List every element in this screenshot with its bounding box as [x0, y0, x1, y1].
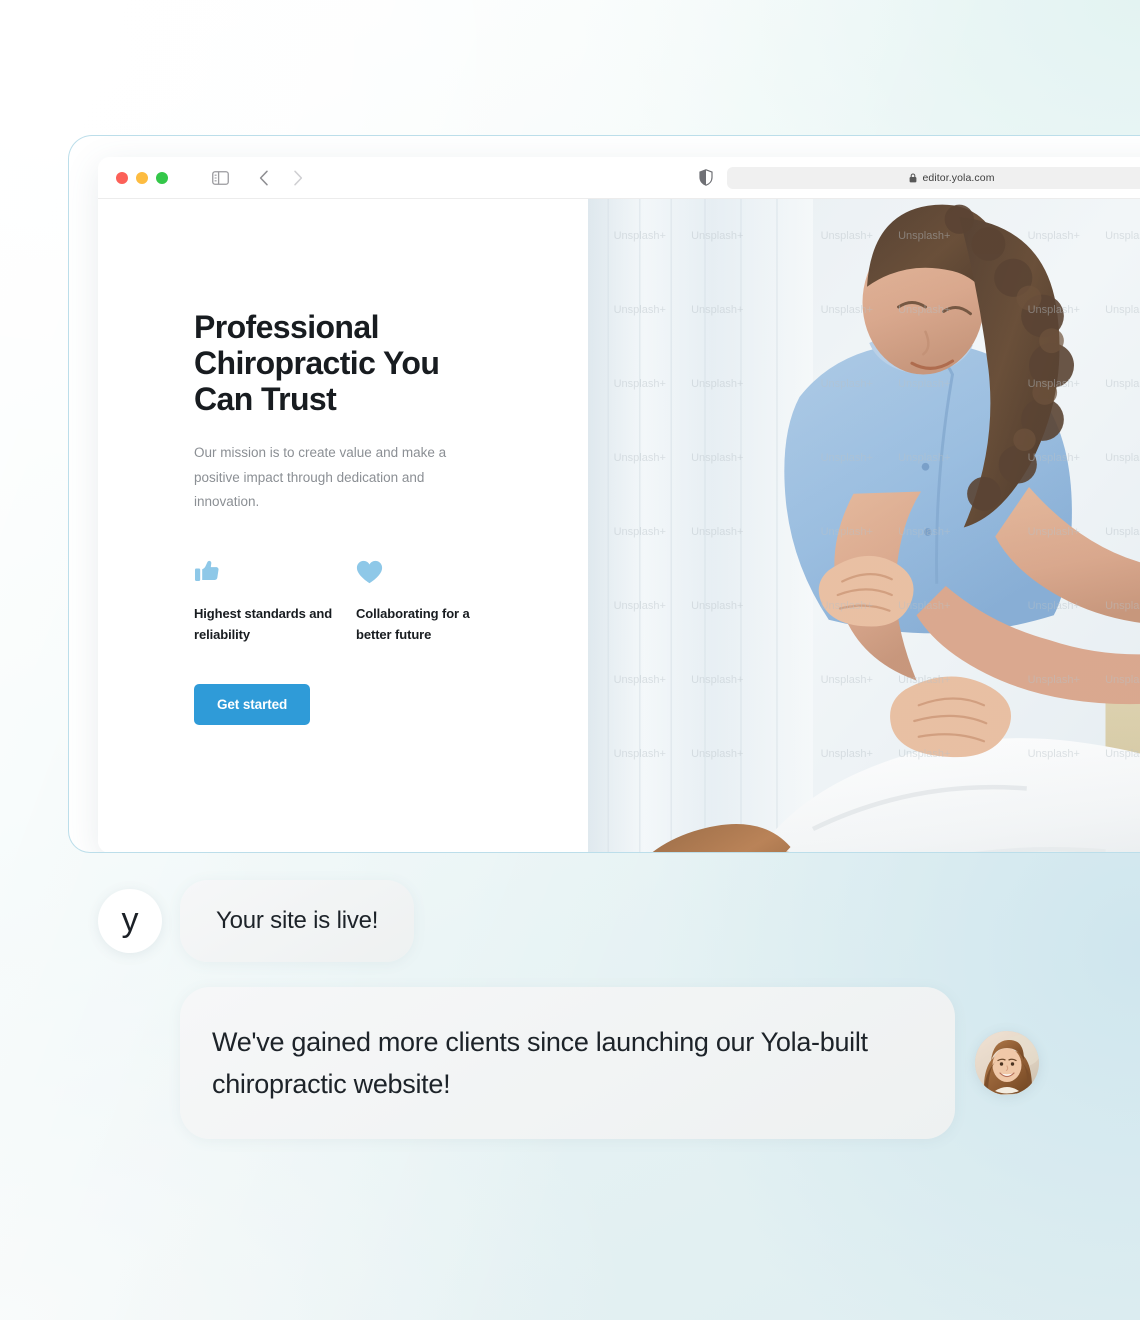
chat-bubble: We've gained more clients since launchin… [180, 987, 955, 1140]
address-bar-url: editor.yola.com [922, 171, 995, 184]
chat-message-client: We've gained more clients since launchin… [0, 987, 1140, 1140]
chat-message-yola: y Your site is live! [0, 880, 1140, 962]
close-window-button[interactable] [116, 171, 128, 184]
zoom-window-button[interactable] [156, 171, 168, 184]
hero-image: Unsplash+ Unsplash+ Unsplash+ Unsplash+ Unsp… [588, 199, 1140, 852]
chat-section: y Your site is live! We've gained more c… [0, 880, 1140, 1140]
hero-subtitle: Our mission is to create value and make … [194, 445, 447, 509]
avatar [975, 1031, 1039, 1096]
hero-image-illustration [588, 199, 1140, 852]
chat-message-text: We've gained more clients since launchin… [212, 1027, 868, 1100]
feature-label: Collaborating for a better future [356, 605, 470, 643]
address-bar[interactable]: editor.yola.com [727, 166, 1140, 189]
toolbar-nav-group [208, 166, 310, 190]
heart-icon [356, 554, 496, 584]
chat-bubble: Your site is live! [180, 880, 415, 962]
yola-logo-avatar: y [98, 889, 162, 953]
shield-icon[interactable] [699, 169, 713, 186]
chat-message-text: Your site is live! [216, 907, 379, 934]
browser-window: editor.yola.com Professional Chiropracti… [68, 135, 1140, 853]
browser-window-inner: editor.yola.com Professional Chiropracti… [98, 157, 1140, 852]
client-avatar-photo [975, 1031, 1039, 1096]
get-started-button[interactable]: Get started [194, 683, 311, 725]
yola-logo-glyph: y [121, 901, 139, 939]
feature-item: Highest standards and reliability [194, 554, 334, 646]
feature-list: Highest standards and reliability Collab… [194, 554, 588, 646]
lock-icon [909, 172, 917, 183]
feature-item: Collaborating for a better future [356, 554, 496, 646]
browser-toolbar: editor.yola.com [98, 157, 1140, 199]
minimize-window-button[interactable] [136, 171, 148, 184]
traffic-lights [116, 171, 168, 184]
chevron-right-icon[interactable] [286, 166, 310, 190]
hero-text-column: Professional Chiropractic You Can Trust … [98, 199, 588, 852]
chevron-left-icon[interactable] [252, 166, 276, 190]
website-preview: Professional Chiropractic You Can Trust … [98, 199, 1140, 852]
sidebar-icon[interactable] [208, 166, 232, 190]
thumbs-up-icon [194, 554, 334, 584]
page-title: Professional Chiropractic You Can Trust [194, 309, 440, 418]
feature-label: Highest standards and reliability [194, 605, 333, 643]
